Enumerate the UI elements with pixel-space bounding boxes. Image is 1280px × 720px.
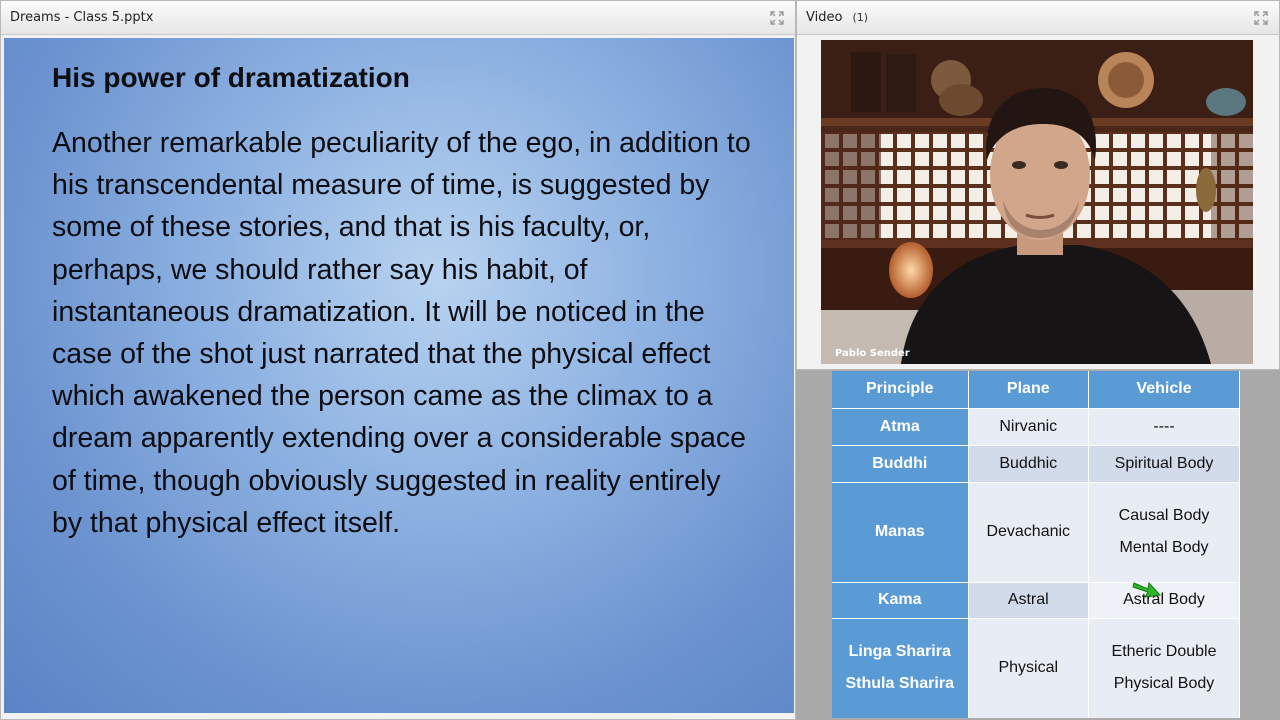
vehicle-cell: Astral Body [1088, 581, 1240, 618]
slide-body-text: Another remarkable peculiarity of the eg… [52, 127, 751, 539]
principle-cell: Buddhi [832, 444, 969, 482]
table-row: Manas Devachanic Causal Body Mental Body [832, 481, 1240, 582]
principles-table: Principle Plane Vehicle Atma Nirvanic --… [832, 371, 1240, 718]
fullscreen-icon[interactable] [769, 10, 785, 26]
table-row: Atma Nirvanic ---- [832, 407, 1240, 445]
table-row: Linga Sharira Sthula Sharira Physical Et… [832, 617, 1240, 718]
plane-cell: Astral [968, 581, 1090, 618]
fullscreen-icon[interactable] [1253, 10, 1269, 26]
green-arrow-icon [1132, 581, 1162, 598]
webcam-video[interactable]: Pablo Sender [821, 40, 1253, 364]
plane-cell: Devachanic [968, 481, 1090, 582]
table-row: Kama Astral Astral Body [832, 581, 1240, 618]
plane-cell: Nirvanic [968, 407, 1090, 445]
column-header-vehicle: Vehicle [1088, 371, 1240, 408]
principle-cell: Kama [832, 581, 969, 618]
principle-cell: Manas [832, 481, 969, 582]
slide-title: His power of dramatization [52, 62, 410, 93]
principle-cell: Linga Sharira Sthula Sharira [832, 617, 969, 718]
share-pod-header: Dreams - Class 5.pptx [1, 1, 795, 35]
table-header-row: Principle Plane Vehicle [832, 371, 1240, 408]
share-pod-title: Dreams - Class 5.pptx [10, 10, 154, 25]
video-pod-title: Video [806, 10, 843, 25]
presentation-slide: His power of dramatization Another remar… [4, 38, 794, 713]
vehicle-cell: Etheric Double Physical Body [1088, 617, 1240, 718]
principle-cell: Atma [832, 407, 969, 445]
video-pod-header: Video (1) [797, 1, 1279, 35]
vehicle-cell: ---- [1088, 407, 1240, 445]
column-header-plane: Plane [968, 371, 1090, 408]
vehicle-cell: Spiritual Body [1088, 444, 1240, 482]
table-row: Buddhi Buddhic Spiritual Body [832, 444, 1240, 482]
principles-table-container: Principle Plane Vehicle Atma Nirvanic --… [832, 371, 1240, 718]
speaker-name-label: Pablo Sender [835, 348, 910, 359]
webcam-scene [821, 40, 1253, 364]
video-pod: Video (1) Pablo Sender [796, 0, 1280, 370]
principles-table-pod: Principle Plane Vehicle Atma Nirvanic --… [796, 370, 1280, 720]
share-pod: Dreams - Class 5.pptx His power of drama… [0, 0, 796, 720]
participant-count: (1) [852, 11, 869, 24]
plane-cell: Buddhic [968, 444, 1090, 482]
plane-cell: Physical [968, 617, 1090, 718]
column-header-principle: Principle [832, 371, 969, 408]
vehicle-cell: Causal Body Mental Body [1088, 481, 1240, 582]
